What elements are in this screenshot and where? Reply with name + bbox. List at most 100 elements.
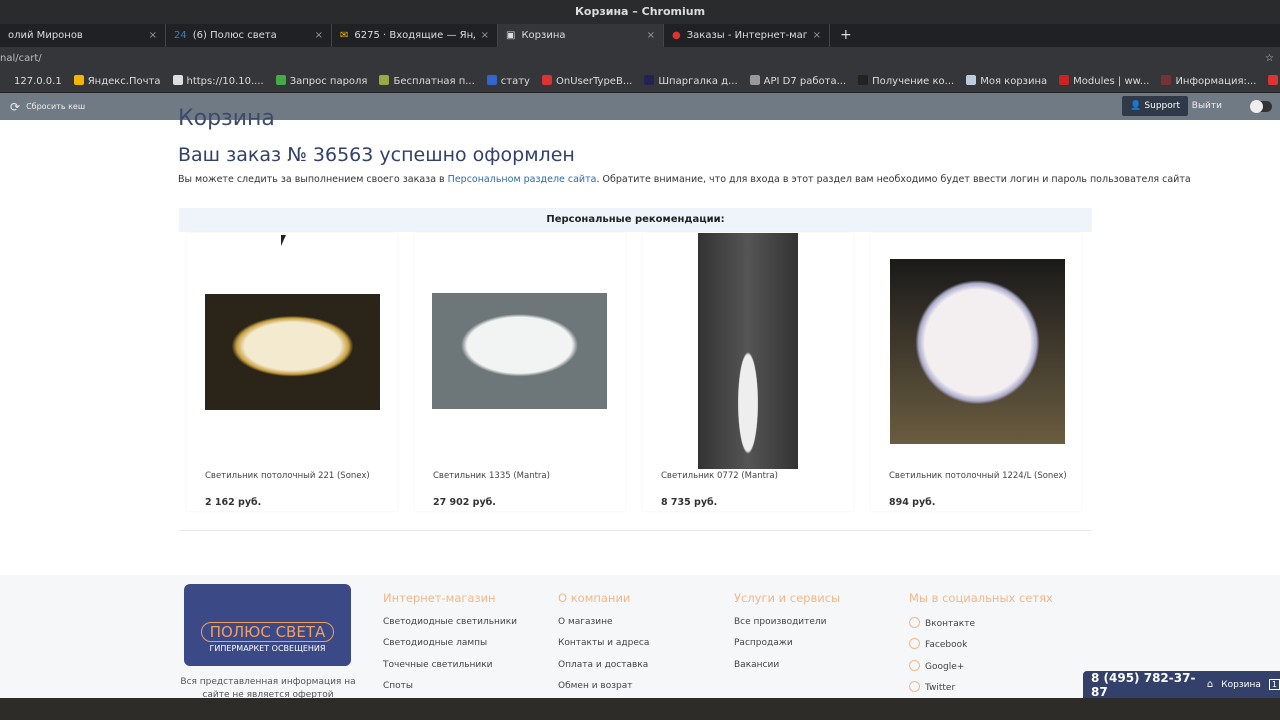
tab-4[interactable]: ● Заказы - Интернет-магазин ×	[664, 24, 830, 47]
footer-link[interactable]: Контакты и адреса	[558, 638, 649, 659]
footer-link[interactable]: Вакансии	[734, 660, 840, 681]
product-name[interactable]: Светильник потолочный 221 (Sonex)	[205, 471, 370, 481]
product-card[interactable]: Светильник 1335 (Mantra) 27 902 руб.	[415, 233, 625, 511]
bookmark-item[interactable]: API D7 работа...	[749, 75, 846, 87]
product-image[interactable]	[890, 259, 1065, 444]
bookmark-item[interactable]: Получение ко...	[858, 75, 954, 87]
bookmark-item[interactable]: 127.0.0.1	[0, 75, 62, 87]
footer-link[interactable]: Распродажи	[734, 638, 840, 659]
user-icon: 👤	[1130, 101, 1142, 111]
refresh-icon: ⟳	[10, 99, 21, 114]
social-link-facebook[interactable]: Facebook	[909, 638, 1053, 659]
logout-button[interactable]: Выйти	[1192, 93, 1222, 120]
order-success-title: Ваш заказ № 36563 успешно оформлен	[178, 144, 575, 166]
bookmark-item[interactable]: Modules | ww...	[1059, 75, 1149, 87]
social-label: Facebook	[925, 640, 968, 651]
basket-icon: ⌂	[1206, 679, 1214, 690]
google-plus-icon	[909, 659, 920, 671]
bookmark-favicon-icon	[644, 75, 655, 85]
bookmark-favicon-icon	[1059, 75, 1070, 85]
taskbar	[0, 698, 1280, 720]
product-card[interactable]: Светильник потолочный 221 (Sonex) 2 162 …	[187, 233, 397, 511]
footer-link[interactable]: О магазине	[558, 617, 649, 638]
new-tab-button[interactable]: +	[830, 24, 862, 47]
logo-subtitle: ГИПЕРМАРКЕТ ОСВЕЩЕНИЯ	[209, 644, 326, 653]
bookmark-item[interactable]: Запрос пароля	[275, 75, 367, 87]
mouse-cursor-icon	[281, 235, 291, 246]
support-label: Support	[1144, 101, 1180, 111]
site-logo[interactable]: ПОЛЮС СВЕТА ГИПЕРМАРКЕТ ОСВЕЩЕНИЯ	[184, 584, 351, 666]
bookmark-favicon-icon	[73, 75, 84, 85]
footer-link[interactable]: Оплата и доставка	[558, 660, 649, 681]
bookmark-favicon-icon	[858, 75, 869, 85]
bookmark-favicon-icon	[1268, 75, 1279, 85]
reset-cache-button[interactable]: ⟳ Сбросить кеш	[10, 100, 85, 114]
product-name[interactable]: Светильник потолочный 1224/L (Sonex)	[889, 471, 1067, 481]
bookmark-item[interactable]: https://10.10....	[172, 75, 264, 87]
product-name[interactable]: Светильник 1335 (Mantra)	[433, 471, 550, 481]
tab-strip: олий Миронов × 24 (6) Полюс света × ✉ 6275 ·…	[0, 24, 1280, 47]
footer-link[interactable]: Точечные светильники	[383, 660, 517, 681]
column-title: Интернет-магазин	[383, 591, 496, 605]
personal-section-link[interactable]: Персональном разделе сайта	[448, 174, 597, 185]
twitter-icon	[909, 680, 920, 692]
bookmark-label: Яндекс.Почта	[87, 76, 161, 87]
close-icon[interactable]: ×	[813, 30, 821, 41]
bookmark-item[interactable]: Моя корзина	[966, 75, 1047, 87]
tab-0[interactable]: олий Миронов ×	[0, 24, 166, 47]
bookmark-item[interactable]: стату	[486, 75, 530, 87]
product-card[interactable]: Светильник потолочный 1224/L (Sonex) 894…	[871, 233, 1081, 511]
footer-link[interactable]: Светодиодные светильники	[383, 617, 517, 638]
bookmark-item[interactable]: Информация:...	[1161, 75, 1256, 87]
product-price: 894 руб.	[889, 497, 936, 508]
footer-column-social: Мы в социальных сетях Вконтакте Facebook…	[909, 591, 1053, 702]
close-icon[interactable]: ×	[481, 30, 489, 41]
vk-icon: 24	[174, 30, 187, 41]
support-button[interactable]: 👤 Support	[1122, 96, 1188, 116]
tab-2[interactable]: ✉ 6275 · Входящие — Яндекс ×	[332, 24, 498, 47]
product-image[interactable]	[698, 233, 798, 469]
bookmark-favicon-icon	[1161, 75, 1172, 85]
favicon-icon: ▣	[506, 30, 516, 41]
logo-name: ПОЛЮС СВЕТА	[200, 622, 335, 642]
close-icon[interactable]: ×	[149, 30, 157, 41]
product-price: 8 735 руб.	[661, 497, 718, 508]
bookmark-favicon-icon	[541, 75, 552, 85]
column-title: О компании	[558, 591, 631, 605]
product-image[interactable]	[205, 294, 380, 410]
bitrix-icon: ●	[672, 30, 681, 41]
bookmark-item[interactable]: Список товар	[1268, 75, 1280, 87]
close-icon[interactable]: ×	[315, 30, 323, 41]
bookmark-label: Информация:...	[1175, 76, 1257, 87]
product-name[interactable]: Светильник 0772 (Mantra)	[661, 471, 778, 481]
bookmark-favicon-icon	[966, 75, 977, 85]
social-label: Вконтакте	[925, 619, 975, 629]
cart-link[interactable]: Корзина	[1221, 680, 1261, 690]
bookmark-favicon-icon	[0, 75, 10, 85]
social-link-vk[interactable]: Вконтакте	[909, 617, 1053, 638]
bookmark-favicon-icon	[172, 75, 183, 85]
social-link-google[interactable]: Google+	[909, 659, 1053, 681]
tab-1[interactable]: 24 (6) Полюс света ×	[166, 24, 332, 47]
product-card[interactable]: Светильник 0772 (Mantra) 8 735 руб.	[643, 233, 853, 511]
bookmark-item[interactable]: Шпаргалка д...	[644, 75, 738, 87]
tab-label: Корзина	[521, 30, 566, 41]
tab-label: 6275 · Входящие — Яндекс	[354, 30, 474, 41]
bookmark-label: стату	[500, 76, 530, 87]
footer-column-shop: Интернет-магазин Светодиодные светильник…	[383, 591, 517, 702]
product-image[interactable]	[432, 293, 607, 409]
close-icon[interactable]: ×	[647, 30, 655, 41]
tab-3[interactable]: ▣ Корзина ×	[498, 24, 664, 47]
footer-link[interactable]: Все производители	[734, 617, 840, 638]
bookmark-item[interactable]: OnUserTypeB...	[541, 75, 632, 87]
star-icon[interactable]: ☆	[1265, 47, 1274, 70]
footer-link[interactable]: Светодиодные лампы	[383, 638, 517, 659]
bookmark-item[interactable]: Бесплатная п...	[379, 75, 475, 87]
edit-mode-toggle[interactable]	[1250, 100, 1272, 113]
bookmark-item[interactable]: Яндекс.Почта	[73, 75, 161, 87]
window-title: Корзина – Chromium	[0, 0, 1280, 24]
address-bar[interactable]: nal/cart/ ☆	[0, 47, 1280, 70]
phone-number[interactable]: 8 (495) 782-37-87	[1091, 671, 1199, 699]
column-title: Услуги и сервисы	[734, 591, 841, 605]
mail-icon: ✉	[340, 30, 349, 41]
